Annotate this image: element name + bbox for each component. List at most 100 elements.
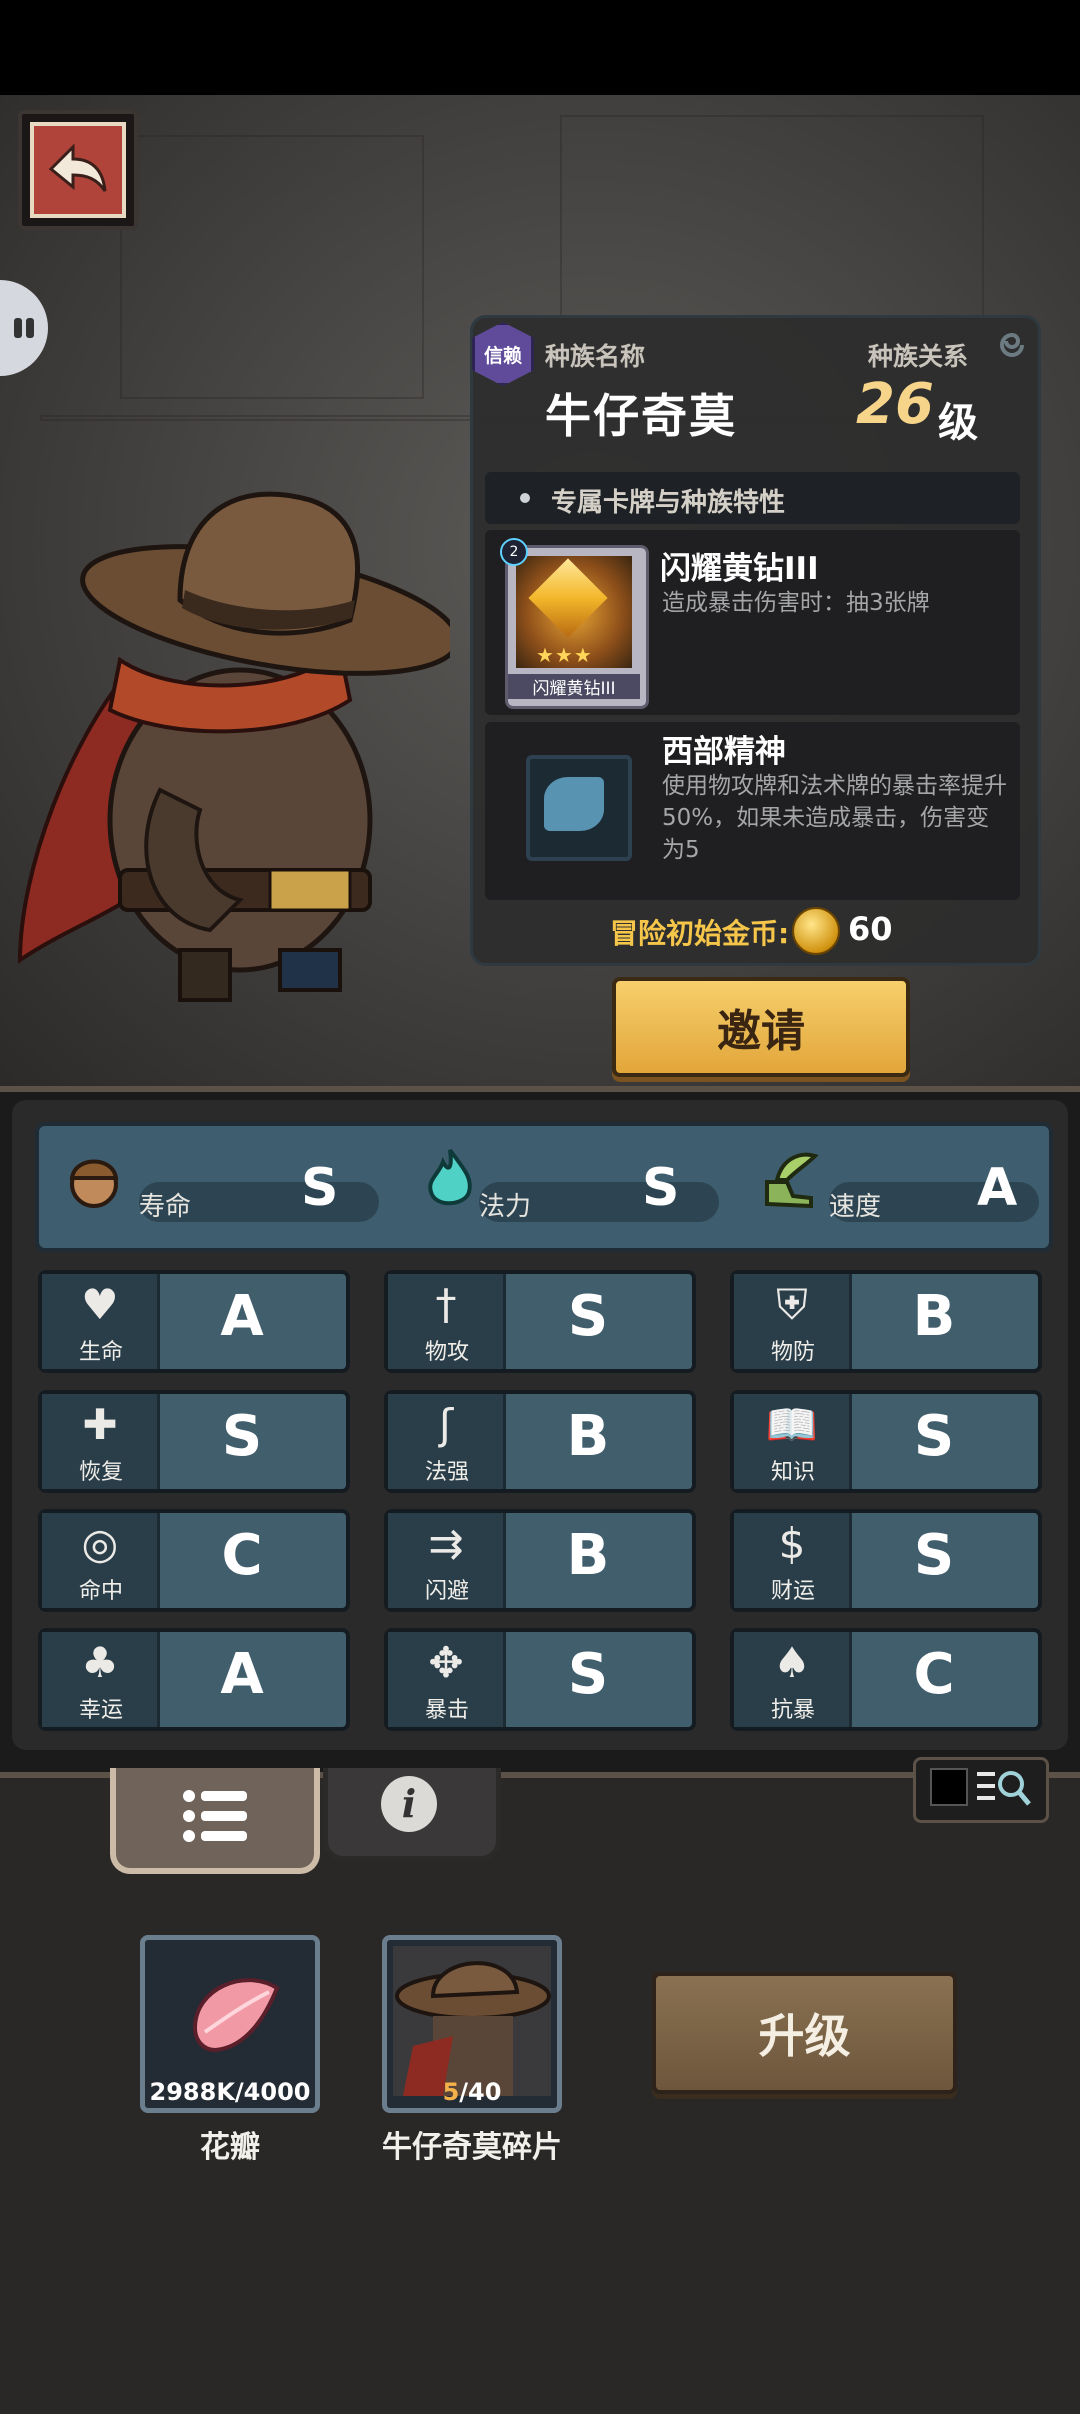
stat-label: 物防: [770, 1340, 815, 1365]
stat-cell[interactable]: ʃ 法强 B: [384, 1390, 696, 1493]
stat-icon-box: ♠ 抗暴: [734, 1632, 852, 1727]
bullet-dot: [520, 493, 530, 503]
starting-gold-value: 60: [848, 910, 893, 948]
stat-label: 闪避: [424, 1579, 469, 1604]
stat-icon-box: ʃ 法强: [388, 1394, 506, 1489]
back-arrow-icon: [30, 122, 126, 218]
card-art-caption: 闪耀黄钻III: [508, 674, 640, 699]
stat-label: 生命: [78, 1340, 123, 1365]
stat-grade: A: [220, 1642, 264, 1707]
stat-cell[interactable]: ⇉ 闪避 B: [384, 1509, 696, 1612]
stat-icon-box: ♣ 幸运: [42, 1632, 160, 1727]
shard-count: 5/40: [387, 2078, 557, 2106]
cowboy-character-illustration: [17, 491, 450, 1002]
lifespan-icon: [69, 1159, 119, 1208]
card-stars: ★★★: [536, 643, 593, 667]
stat-label: 财运: [770, 1579, 815, 1604]
stat-grade: A: [220, 1284, 264, 1349]
target-icon: ◎: [81, 1519, 119, 1568]
stat-label: 恢复: [78, 1460, 123, 1485]
stat-grade: S: [567, 1642, 609, 1707]
race-name: 牛仔奇莫: [545, 389, 737, 443]
back-button[interactable]: [18, 110, 138, 230]
stat-icon-box: $ 财运: [734, 1513, 852, 1608]
trait-title: 西部精神: [662, 734, 786, 770]
top-stat-grade: S: [301, 1158, 339, 1218]
stat-icon-box: ✥ 暴击: [388, 1632, 506, 1727]
top-stat-label: 法力: [479, 1192, 532, 1222]
book-icon: 📖: [765, 1400, 819, 1449]
tab-info[interactable]: i: [323, 1768, 501, 1861]
stat-label: 法强: [424, 1460, 469, 1485]
starting-gold-label: 冒险初始金币:: [610, 917, 790, 950]
stat-cell[interactable]: ♣ 幸运 A: [38, 1628, 350, 1731]
stat-cell[interactable]: ⛨ 物防 B: [730, 1270, 1042, 1373]
stat-label: 物攻: [424, 1340, 469, 1365]
material-petal[interactable]: 2988K/4000: [140, 1935, 320, 2113]
stat-grade: B: [912, 1284, 956, 1349]
stat-grade: B: [566, 1404, 610, 1469]
shard-need: /40: [459, 2078, 502, 2106]
trait-icon: [526, 755, 632, 861]
mana-flame-icon: [428, 1148, 472, 1206]
top-stat-grade: S: [642, 1158, 680, 1218]
stat-label: 命中: [78, 1579, 123, 1604]
material-name: 牛仔奇莫碎片: [382, 2130, 562, 2165]
info-icon: i: [381, 1776, 437, 1832]
stat-icon-box: ⛨ 物防: [734, 1274, 852, 1369]
stat-label: 幸运: [78, 1698, 123, 1723]
top-stats-bar: 寿命 S 法力 S 速度 A: [35, 1122, 1053, 1252]
stat-icon-box: ⇉ 闪避: [388, 1513, 506, 1608]
stat-grade: S: [913, 1523, 955, 1588]
stat-cell[interactable]: $ 财运 S: [730, 1509, 1042, 1612]
heart-icon: ♥: [81, 1280, 119, 1329]
tab-stats-list[interactable]: [110, 1768, 320, 1874]
filter-checkbox[interactable]: [930, 1768, 968, 1806]
material-name: 花瓣: [200, 2130, 260, 2165]
crit-resist-icon: ♠: [773, 1638, 811, 1687]
card-level-badge: 2: [500, 538, 528, 566]
exclusive-card-art[interactable]: ★★★ 闪耀黄钻III: [505, 545, 649, 709]
stat-cell[interactable]: ✚ 恢复 S: [38, 1390, 350, 1493]
upgrade-button[interactable]: 升级: [652, 1972, 957, 2094]
card-description: 造成暴击伤害时：抽3张牌: [662, 590, 930, 616]
top-stat-grade: A: [977, 1158, 1018, 1218]
race-name-label: 种族名称: [545, 342, 646, 371]
stat-cell[interactable]: ♥ 生命 A: [38, 1270, 350, 1373]
section-header: 专属卡牌与种族特性: [485, 472, 1020, 524]
stat-icon-box: ♥ 生命: [42, 1274, 160, 1369]
gold-coin-icon: [792, 907, 840, 955]
list-search-icon[interactable]: [975, 1762, 1035, 1822]
material-cowboy-shard[interactable]: 5/40: [382, 1935, 562, 2113]
stat-grade: C: [913, 1642, 955, 1707]
stat-grade: B: [566, 1523, 610, 1588]
stat-icon-box: 📖 知识: [734, 1394, 852, 1489]
stat-label: 知识: [770, 1460, 815, 1485]
clover-icon: ♣: [81, 1638, 119, 1687]
stat-cell[interactable]: 📖 知识 S: [730, 1390, 1042, 1493]
heal-heart-icon: ✚: [82, 1400, 118, 1449]
armor-icon: ⛨: [776, 1280, 808, 1329]
dodge-arrows-icon: ⇉: [428, 1519, 464, 1568]
trait-description: 使用物攻牌和法术牌的暴击率提升50%，如果未造成暴击，伤害变为5: [662, 773, 1007, 863]
stat-cell[interactable]: ✥ 暴击 S: [384, 1628, 696, 1731]
list-icon: [183, 1790, 247, 1842]
top-stat-label: 速度: [829, 1192, 882, 1222]
stat-grade: S: [913, 1404, 955, 1469]
invite-button[interactable]: 邀请: [612, 977, 910, 1077]
stat-cell[interactable]: ◎ 命中 C: [38, 1509, 350, 1612]
winged-boot-icon: [765, 1152, 819, 1209]
top-stat-label: 寿命: [139, 1192, 192, 1222]
race-relation-label: 种族关系: [868, 342, 969, 371]
stat-cell[interactable]: ♠ 抗暴 C: [730, 1628, 1042, 1731]
stat-cell[interactable]: † 物攻 S: [384, 1270, 696, 1373]
stat-icon-box: † 物攻: [388, 1274, 506, 1369]
material-count: 2988K/4000: [149, 2078, 311, 2106]
petal-icon: [192, 1978, 280, 2053]
swirl-icon: [992, 325, 1032, 365]
crit-icon: ✥: [428, 1638, 464, 1687]
stat-grade: C: [221, 1523, 263, 1588]
race-level: 26: [856, 372, 934, 437]
sword-icon: †: [435, 1280, 457, 1329]
stat-icon-box: ◎ 命中: [42, 1513, 160, 1608]
